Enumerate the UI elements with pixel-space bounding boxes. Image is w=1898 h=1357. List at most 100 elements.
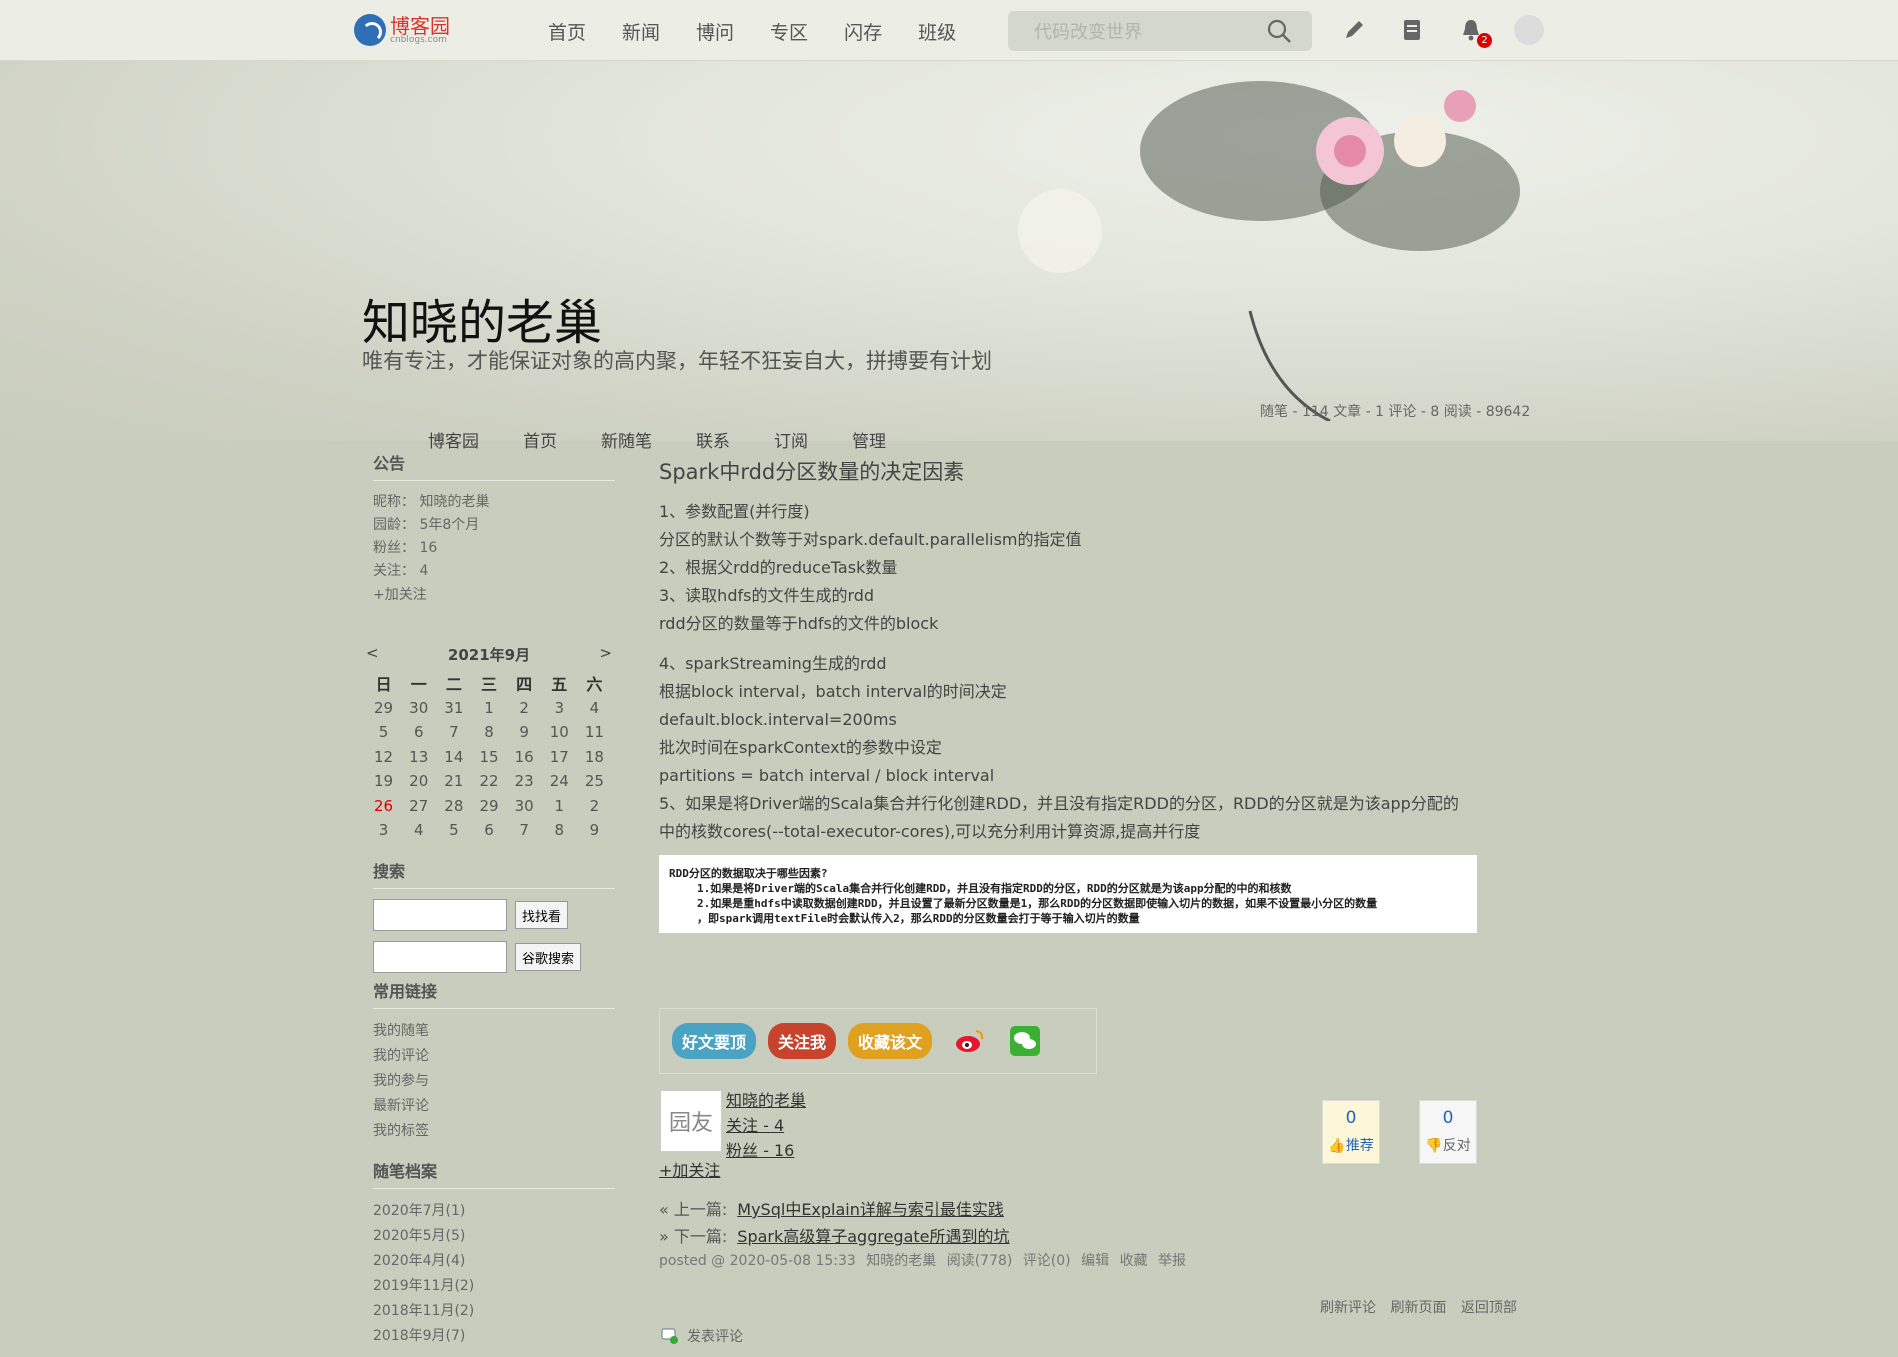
calendar-day[interactable]: 28: [436, 794, 471, 819]
author-avatar[interactable]: 园友: [660, 1090, 722, 1152]
calendar-day[interactable]: 31: [436, 696, 471, 721]
document-icon[interactable]: [1398, 16, 1426, 44]
author-add-follow[interactable]: +加关注: [659, 1157, 720, 1181]
topnav-flash[interactable]: 闪存: [844, 18, 882, 45]
blognav-cnblogs[interactable]: 博客园: [428, 427, 479, 452]
author-followers-link[interactable]: 粉丝 - 16: [726, 1138, 806, 1163]
calendar-day[interactable]: 6: [471, 818, 506, 843]
weibo-icon[interactable]: [954, 1027, 986, 1055]
google-search-button[interactable]: 谷歌搜索: [515, 943, 582, 971]
blognav-home[interactable]: 首页: [523, 427, 557, 452]
calendar-day[interactable]: 7: [507, 818, 542, 843]
calendar-day[interactable]: 30: [507, 794, 542, 819]
calendar-day[interactable]: 4: [577, 696, 612, 721]
calendar-day[interactable]: 1: [542, 794, 577, 819]
calendar-day[interactable]: 2: [507, 696, 542, 721]
blognav-manage[interactable]: 管理: [852, 427, 886, 452]
sidebar-add-follow[interactable]: +加关注: [373, 583, 615, 608]
blognav-contact[interactable]: 联系: [696, 427, 730, 452]
post-comments-link[interactable]: 评论(0): [1023, 1253, 1071, 1269]
archive-item[interactable]: 2020年5月(5): [373, 1224, 615, 1249]
find-button[interactable]: 找找看: [515, 901, 569, 929]
topnav-zones[interactable]: 专区: [770, 18, 808, 45]
calendar-day[interactable]: 22: [471, 769, 506, 794]
calendar-day[interactable]: 29: [366, 696, 401, 721]
calendar-day[interactable]: 12: [366, 745, 401, 770]
back-to-top-link[interactable]: 返回顶部: [1461, 1300, 1517, 1316]
calendar-day[interactable]: 13: [401, 745, 436, 770]
calendar-day[interactable]: 16: [507, 745, 542, 770]
post-report-link[interactable]: 举报: [1158, 1253, 1186, 1269]
next-post-link[interactable]: Spark高级算子aggregate所遇到的坑: [737, 1227, 1009, 1246]
calendar-day[interactable]: 18: [577, 745, 612, 770]
calendar-day[interactable]: 24: [542, 769, 577, 794]
recommend-vote[interactable]: 0 👍推荐: [1322, 1100, 1380, 1164]
prev-post-link[interactable]: MySql中Explain详解与索引最佳实践: [737, 1200, 1004, 1219]
calendar-day[interactable]: 15: [471, 745, 506, 770]
favorite-button[interactable]: 收藏该文: [848, 1023, 933, 1059]
calendar-day[interactable]: 8: [471, 720, 506, 745]
post-edit-link[interactable]: 编辑: [1081, 1253, 1109, 1269]
archive-item[interactable]: 2020年4月(4): [373, 1249, 615, 1274]
search-icon[interactable]: [1266, 18, 1292, 44]
calendar-day[interactable]: 19: [366, 769, 401, 794]
archive-item[interactable]: 2019年11月(2): [373, 1274, 615, 1299]
digg-button[interactable]: 好文要顶: [672, 1023, 757, 1059]
calendar-day[interactable]: 8: [542, 818, 577, 843]
topnav-news[interactable]: 新闻: [622, 18, 660, 45]
calendar-day[interactable]: 5: [366, 720, 401, 745]
calendar-day[interactable]: 14: [436, 745, 471, 770]
calendar-day[interactable]: 1: [471, 696, 506, 721]
blog-title[interactable]: 知晓的老巢: [362, 283, 602, 353]
calendar-day[interactable]: 9: [577, 818, 612, 843]
calendar-day[interactable]: 20: [401, 769, 436, 794]
post-title[interactable]: Spark中rdd分区数量的决定因素: [659, 456, 1519, 486]
calendar-day[interactable]: 27: [401, 794, 436, 819]
author-following-link[interactable]: 关注 - 4: [726, 1113, 806, 1138]
calendar-day[interactable]: 11: [577, 720, 612, 745]
calendar-day[interactable]: 5: [436, 818, 471, 843]
calendar-day[interactable]: 3: [542, 696, 577, 721]
calendar-day[interactable]: 2: [577, 794, 612, 819]
oppose-vote[interactable]: 0 👎反对: [1419, 1100, 1477, 1164]
calendar-day[interactable]: 17: [542, 745, 577, 770]
link-my-participation[interactable]: 我的参与: [373, 1069, 615, 1094]
calendar-day[interactable]: 30: [401, 696, 436, 721]
blognav-new-post[interactable]: 新随笔: [601, 427, 652, 452]
calendar-day[interactable]: 10: [542, 720, 577, 745]
calendar-day[interactable]: 7: [436, 720, 471, 745]
post-favorite-link[interactable]: 收藏: [1120, 1253, 1148, 1269]
user-avatar[interactable]: [1514, 15, 1544, 45]
calendar-prev-button[interactable]: <: [366, 644, 379, 665]
calendar-day[interactable]: 21: [436, 769, 471, 794]
top-search-input[interactable]: [1032, 19, 1266, 45]
author-name-link[interactable]: 知晓的老巢: [726, 1088, 806, 1113]
calendar-day[interactable]: 3: [366, 818, 401, 843]
calendar-day[interactable]: 6: [401, 720, 436, 745]
blognav-subscribe[interactable]: 订阅: [774, 427, 808, 452]
sidebar-search-input[interactable]: [373, 899, 507, 931]
archive-item[interactable]: 2018年11月(2): [373, 1299, 615, 1324]
topnav-class[interactable]: 班级: [918, 18, 956, 45]
follow-me-button[interactable]: 关注我: [768, 1023, 837, 1059]
link-my-tags[interactable]: 我的标签: [373, 1119, 615, 1144]
calendar-day[interactable]: 25: [577, 769, 612, 794]
post-author-link[interactable]: 知晓的老巢: [866, 1253, 936, 1269]
link-my-posts[interactable]: 我的随笔: [373, 1019, 615, 1044]
calendar-day[interactable]: 23: [507, 769, 542, 794]
calendar-day[interactable]: 26: [366, 794, 401, 819]
topnav-questions[interactable]: 博问: [696, 18, 734, 45]
calendar-day[interactable]: 4: [401, 818, 436, 843]
cnblogs-logo[interactable]: 博客园 cnblogs.com: [354, 12, 450, 48]
calendar-next-button[interactable]: >: [599, 644, 612, 665]
calendar-day[interactable]: 9: [507, 720, 542, 745]
post-comment-link[interactable]: 发表评论: [661, 1326, 743, 1346]
archive-item[interactable]: 2020年7月(1): [373, 1199, 615, 1224]
refresh-page-link[interactable]: 刷新页面: [1390, 1300, 1446, 1316]
link-my-comments[interactable]: 我的评论: [373, 1044, 615, 1069]
wechat-icon[interactable]: [1010, 1026, 1041, 1056]
calendar-day[interactable]: 29: [471, 794, 506, 819]
link-latest-comments[interactable]: 最新评论: [373, 1094, 615, 1119]
pencil-icon[interactable]: [1340, 16, 1368, 44]
topnav-home[interactable]: 首页: [548, 18, 586, 45]
